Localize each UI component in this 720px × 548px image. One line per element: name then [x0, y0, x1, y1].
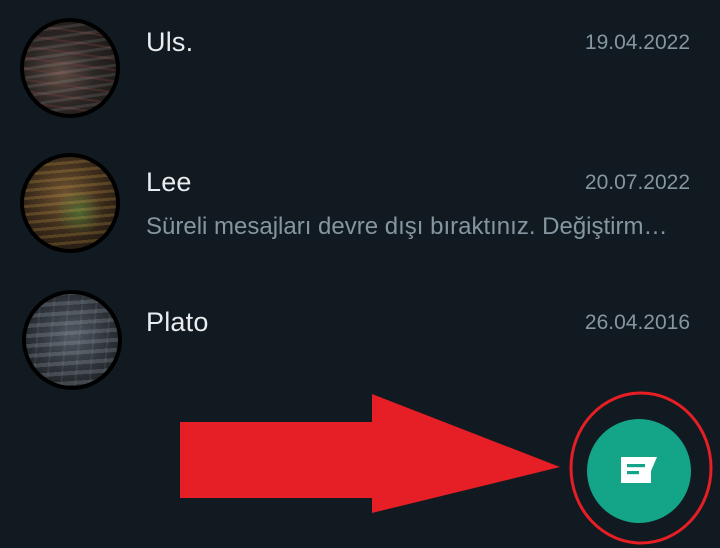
new-chat-button[interactable]: [587, 419, 691, 523]
avatar[interactable]: [20, 18, 120, 118]
chat-date: 26.04.2016: [584, 311, 690, 334]
chat-name: Lee: [146, 167, 192, 197]
chat-name: Uls.: [146, 27, 194, 57]
avatar[interactable]: [20, 153, 120, 253]
chat-row-lee[interactable]: Lee 20.07.2022 Süreli mesajları devre dı…: [0, 140, 720, 280]
chat-row-uls[interactable]: Uls. 19.04.2022: [0, 0, 720, 140]
new-chat-icon: [621, 457, 657, 483]
chat-preview: Süreli mesajları devre dışı bıraktınız. …: [146, 213, 678, 240]
chat-name: Plato: [146, 307, 209, 337]
avatar[interactable]: [22, 290, 122, 390]
chat-date: 20.07.2022: [584, 171, 690, 194]
chat-date: 19.04.2022: [584, 31, 690, 54]
chat-row-plato[interactable]: Plato 26.04.2016: [0, 280, 720, 420]
